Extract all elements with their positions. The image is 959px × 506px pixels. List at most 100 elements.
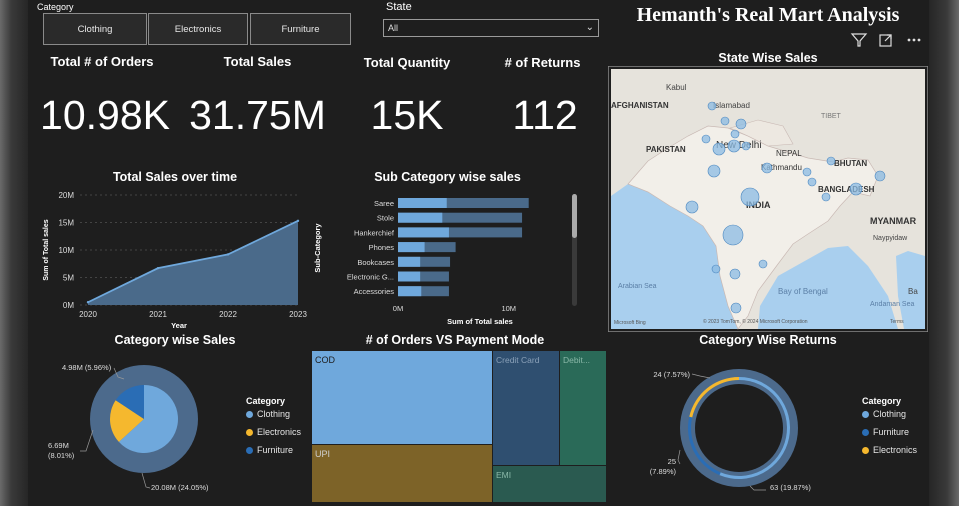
map-label-arabian-sea: Arabian Sea bbox=[618, 283, 657, 290]
kpi-orders-label: Total # of Orders bbox=[50, 54, 154, 69]
treemap-label-upi: UPI bbox=[315, 449, 330, 459]
category-option-electronics[interactable]: Electronics bbox=[148, 13, 248, 45]
subcategory-sales-chart[interactable]: Saree Stole Hankerchief Phones Bookcases Elec… bbox=[310, 188, 582, 333]
map-terms-link: Terms bbox=[890, 319, 904, 325]
x-axis-label: Sum of Total sales bbox=[447, 317, 513, 326]
x-tick-label: 10M bbox=[501, 304, 516, 313]
x-tick-label: 0M bbox=[393, 304, 403, 313]
category-label: Saree bbox=[374, 199, 394, 208]
visual-toolbar bbox=[850, 33, 921, 47]
payment-mode-treemap[interactable]: COD UPI Credit Card Debit... EMI bbox=[312, 351, 606, 502]
state-sales-map[interactable]: Kabul AFGHANISTAN Islamabad TIBET PAKIST… bbox=[608, 66, 928, 332]
y-tick-label: 10M bbox=[58, 246, 74, 255]
expand-icon[interactable] bbox=[879, 34, 892, 47]
filter-icon[interactable] bbox=[850, 33, 868, 47]
donut-hole bbox=[695, 384, 783, 472]
category-option-furniture[interactable]: Furniture bbox=[250, 13, 351, 45]
y-tick-label: 20M bbox=[58, 191, 74, 200]
map-title: State Wise Sales bbox=[718, 51, 818, 65]
x-tick-label: 2021 bbox=[149, 310, 167, 319]
map-label-ba: Ba bbox=[908, 287, 918, 296]
state-dropdown[interactable]: All ⌄ bbox=[383, 19, 599, 37]
kpi-returns-value: 112 bbox=[512, 92, 578, 138]
x-tick-label: 2023 bbox=[289, 310, 307, 319]
scrollbar-thumb[interactable] bbox=[572, 194, 577, 238]
data-point bbox=[156, 266, 160, 270]
map-label-bay-of-bengal: Bay of Bengal bbox=[778, 287, 828, 296]
treemap-cod[interactable] bbox=[312, 351, 492, 444]
map-label-andaman-sea: Andaman Sea bbox=[870, 301, 914, 308]
map-label-myanmar: MYANMAR bbox=[870, 216, 917, 226]
y-axis-label: Sub-Category bbox=[313, 223, 322, 273]
returns-legend-item-electronics[interactable]: Electronics bbox=[862, 445, 917, 455]
sales-over-time-chart[interactable]: 0M 5M 10M 15M 20M 2020 2021 2022 2023 Year Sum of … bbox=[38, 185, 308, 330]
x-axis-label: Year bbox=[171, 321, 187, 330]
y-axis-label: Sum of Total sales bbox=[43, 219, 50, 280]
kpi-returns-label: # of Returns bbox=[504, 55, 581, 70]
data-label: 24 (7.57%) bbox=[653, 370, 690, 379]
map-label-islamabad: Islamabad bbox=[713, 101, 750, 110]
data-label: 63 (19.87%) bbox=[770, 483, 811, 492]
treemap-credit-card[interactable] bbox=[493, 351, 559, 465]
category-returns-legend-title: Category bbox=[862, 396, 902, 406]
kpi-sales-value: 31.75M bbox=[189, 92, 326, 138]
chevron-down-icon: ⌄ bbox=[585, 22, 594, 33]
leader-line bbox=[141, 472, 151, 489]
category-sales-chart[interactable]: 20.08M (24.05%) 6.69M(8.01%) 4.98M (5.96%) bbox=[38, 352, 248, 500]
category-label: Accessories bbox=[354, 287, 395, 296]
map-attribution: © 2023 TomTom, © 2024 Microsoft Corporat… bbox=[703, 318, 808, 325]
data-point bbox=[226, 253, 230, 256]
legend-item-electronics[interactable]: Electronics bbox=[246, 427, 301, 437]
bar-highlight bbox=[398, 198, 447, 208]
map-label-bhutan: BHUTAN bbox=[834, 159, 867, 168]
map-label-naypyidaw: Naypyidaw bbox=[873, 235, 908, 242]
treemap-label-debit: Debit... bbox=[563, 355, 590, 365]
category-returns-chart[interactable]: 63 (19.87%) 25(7.89%) 24 (7.57%) bbox=[630, 352, 855, 500]
bar-highlight bbox=[398, 256, 421, 267]
bar-highlight bbox=[398, 271, 421, 282]
bar-highlight bbox=[398, 212, 443, 223]
category-returns-title: Category Wise Returns bbox=[699, 333, 837, 347]
legend-item-furniture[interactable]: Furniture bbox=[246, 445, 293, 455]
category-slicer-title: Category bbox=[37, 2, 74, 12]
map-label-nepal: NEPAL bbox=[776, 149, 802, 158]
x-tick-label: 2020 bbox=[79, 310, 97, 319]
y-tick-label: 5M bbox=[63, 274, 74, 283]
data-label: (7.89%) bbox=[650, 467, 677, 476]
returns-legend-item-clothing[interactable]: Clothing bbox=[862, 409, 906, 419]
bar-highlight bbox=[398, 286, 422, 297]
data-label: 4.98M (5.96%) bbox=[62, 363, 112, 372]
sales-over-time-title: Total Sales over time bbox=[112, 170, 238, 184]
map-label-kabul: Kabul bbox=[666, 83, 687, 92]
state-selected-value: All bbox=[388, 23, 399, 33]
more-options-icon[interactable] bbox=[907, 38, 921, 42]
x-tick-label: 2022 bbox=[219, 310, 237, 319]
category-option-clothing[interactable]: Clothing bbox=[43, 13, 147, 45]
data-point bbox=[296, 219, 300, 223]
leader-line bbox=[691, 373, 711, 379]
treemap-label-cod: COD bbox=[315, 355, 336, 365]
data-point bbox=[86, 301, 90, 304]
y-tick-label: 0M bbox=[63, 301, 74, 310]
map-label-afghanistan: AFGHANISTAN bbox=[611, 101, 669, 110]
category-label: Hankerchief bbox=[354, 228, 395, 237]
data-label: (8.01%) bbox=[48, 451, 75, 460]
treemap-debit[interactable] bbox=[560, 351, 606, 465]
category-sales-title: Category wise Sales bbox=[114, 333, 236, 347]
kpi-sales-label: Total Sales bbox=[223, 54, 292, 69]
bing-logo: Microsoft Bing bbox=[614, 320, 646, 326]
returns-legend-item-furniture[interactable]: Furniture bbox=[862, 427, 909, 437]
kpi-orders-value: 10.98K bbox=[40, 92, 170, 138]
treemap-upi[interactable] bbox=[312, 445, 492, 502]
subcategory-title: Sub Category wise sales bbox=[374, 170, 521, 184]
map-label-tibet: TIBET bbox=[821, 113, 842, 120]
state-slicer-title: State bbox=[386, 1, 412, 13]
legend-item-clothing[interactable]: Clothing bbox=[246, 409, 290, 419]
category-label: Phones bbox=[369, 243, 395, 252]
category-label: Electronic G... bbox=[347, 273, 394, 282]
leader-line bbox=[80, 429, 94, 452]
treemap-label-credit-card: Credit Card bbox=[496, 355, 540, 365]
map-label-bangladesh: BANGLADESH bbox=[818, 185, 875, 194]
leader-line bbox=[749, 485, 766, 491]
y-tick-label: 15M bbox=[58, 219, 74, 228]
